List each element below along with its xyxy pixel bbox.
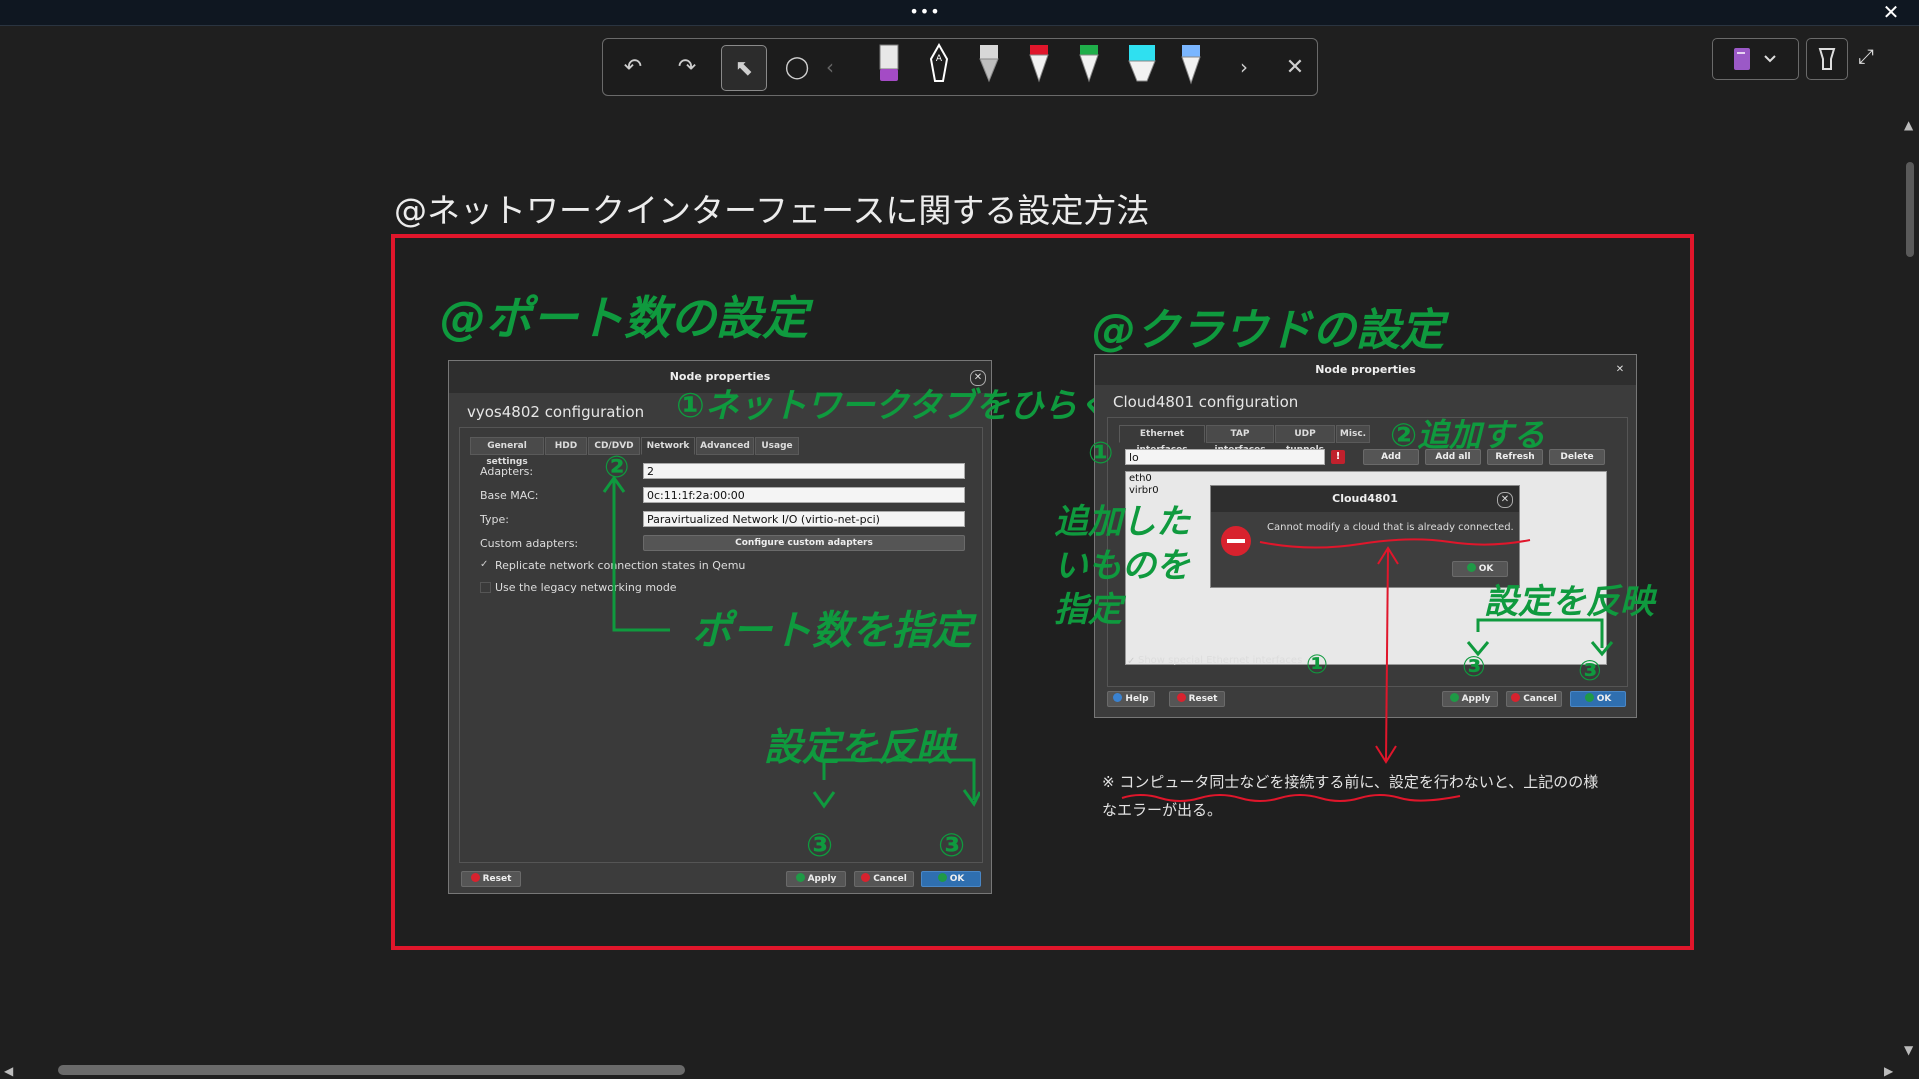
pen-toolbar: ↶ ↷ ⬉ ◯ ‹ A › ✕: [602, 38, 1318, 96]
adapters-label: Adapters:: [480, 465, 534, 478]
expand-icon[interactable]: ⤢: [1858, 44, 1886, 72]
ok-button[interactable]: OK: [921, 871, 981, 887]
show-special-checkbox[interactable]: ✓: [1127, 656, 1135, 667]
replicate-checkbox[interactable]: ✓: [480, 559, 488, 570]
annotation-specify-target: 追加したいものを指定: [1054, 502, 1190, 630]
right-heading: @クラウドの設定: [1092, 305, 1444, 356]
highlighter-toggle-button[interactable]: [1806, 38, 1848, 80]
scroll-up-arrow-icon[interactable]: ▲: [1904, 118, 1913, 132]
custom-adapters-label: Custom adapters:: [480, 537, 579, 550]
tab-hdd[interactable]: HDD: [545, 437, 587, 455]
scroll-left-arrow-icon[interactable]: ◀: [4, 1064, 13, 1078]
window-close-button[interactable]: ✕: [1876, 0, 1906, 25]
reset-icon: [1176, 693, 1186, 702]
svg-text:A: A: [936, 54, 943, 64]
base-mac-label: Base MAC:: [480, 489, 539, 502]
horizontal-scroll-thumb[interactable]: [58, 1065, 685, 1075]
pen-red-icon[interactable]: [1027, 43, 1051, 89]
notebook-selector-button[interactable]: [1712, 38, 1799, 80]
undo-button[interactable]: ↶: [611, 45, 655, 89]
highlighter-cyan-icon[interactable]: [1127, 43, 1157, 89]
tab-general-settings[interactable]: General settings: [470, 437, 544, 467]
config-title: vyos4802 configuration: [467, 403, 645, 421]
vertical-scroll-thumb[interactable]: [1906, 162, 1914, 257]
scroll-down-arrow-icon[interactable]: ▼: [1904, 1043, 1913, 1057]
annotation-open-network-tab: ①ネットワークタブをひらく: [676, 386, 1112, 426]
scroll-right-arrow-icon[interactable]: ▶: [1884, 1064, 1893, 1078]
pen-blue-icon[interactable]: [1179, 43, 1203, 89]
tab-misc[interactable]: Misc.: [1336, 425, 1370, 443]
reset-button[interactable]: Reset: [461, 871, 521, 887]
error-stop-icon: [1221, 526, 1251, 556]
annotation-add: ②追加する: [1390, 416, 1546, 454]
redo-button[interactable]: ↷: [665, 45, 709, 89]
annotation-step1-marker: ①: [1088, 436, 1114, 471]
delete-button[interactable]: Delete: [1549, 449, 1605, 465]
tab-udp-tunnels[interactable]: UDP tunnels: [1275, 425, 1335, 455]
tab-ethernet-interfaces[interactable]: Ethernet interfaces: [1119, 425, 1205, 455]
lasso-tool-button[interactable]: ◯: [775, 45, 819, 89]
error-dialog-close-icon[interactable]: ✕: [1497, 492, 1513, 508]
window-menu-dots[interactable]: •••: [0, 2, 1850, 21]
interface-combo[interactable]: lo: [1125, 449, 1325, 465]
cancel-icon: [861, 873, 871, 882]
select-tool-button[interactable]: ⬉: [721, 45, 767, 91]
cancel-label: Cancel: [873, 874, 907, 884]
highlighter-purple-icon[interactable]: [877, 43, 901, 89]
pen-ink-icon[interactable]: A: [927, 43, 951, 89]
toolbar-next-button[interactable]: ›: [1231, 45, 1257, 89]
tab-tap-interfaces[interactable]: TAP interfaces: [1206, 425, 1274, 455]
apply-button[interactable]: Apply: [786, 871, 846, 887]
tab-network[interactable]: Network: [641, 437, 695, 455]
tab-usage[interactable]: Usage: [755, 437, 799, 455]
left-heading: @ポート数の設定: [440, 291, 808, 345]
help-label: Help: [1125, 694, 1149, 704]
reset-label: Reset: [482, 874, 512, 884]
pen-gray-icon[interactable]: [977, 43, 1001, 89]
dialog-title: Node properties: [1095, 355, 1636, 385]
reset-button[interactable]: Reset: [1169, 691, 1225, 707]
list-item[interactable]: virbr0: [1129, 485, 1159, 496]
error-dialog-title: Cloud4801: [1211, 486, 1519, 512]
notebook-icon: [1734, 48, 1776, 70]
toolbar-close-button[interactable]: ✕: [1273, 45, 1317, 89]
page-title: @ネットワークインターフェースに関する設定方法: [394, 191, 1150, 230]
help-icon: [1113, 693, 1123, 702]
type-label: Type:: [480, 513, 509, 526]
dialog-close-icon[interactable]: ✕: [1613, 363, 1627, 377]
reset-label: Reset: [1188, 694, 1218, 704]
config-title: Cloud4801 configuration: [1113, 393, 1299, 411]
legacy-checkbox[interactable]: [480, 582, 491, 593]
apply-icon: [795, 873, 805, 882]
ok-label: OK: [949, 874, 965, 884]
reset-icon: [470, 873, 480, 882]
help-button[interactable]: Help: [1107, 691, 1155, 707]
ok-icon: [937, 873, 947, 882]
apply-label: Apply: [807, 874, 837, 884]
tab-advanced[interactable]: Advanced: [696, 437, 754, 455]
highlighter-icon: [1818, 48, 1836, 70]
left-annotation-lines: [602, 475, 980, 809]
toolbar-prev-button[interactable]: ‹: [817, 45, 843, 89]
cancel-button[interactable]: Cancel: [854, 871, 914, 887]
warning-icon: !: [1331, 450, 1345, 464]
pen-green-icon[interactable]: [1077, 43, 1101, 89]
list-item[interactable]: eth0: [1129, 473, 1152, 484]
note-red-underline: [1121, 794, 1461, 802]
